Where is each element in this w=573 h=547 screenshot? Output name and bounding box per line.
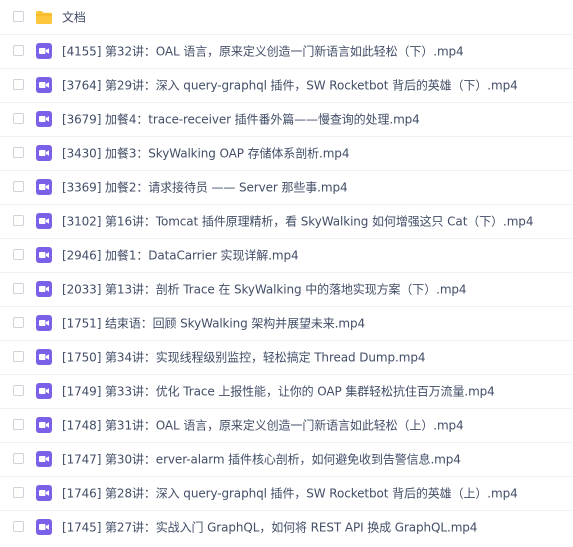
row-checkbox[interactable]: [13, 79, 24, 90]
file-name[interactable]: [3369] 加餐2：请求接待员 —— Server 那些事.mp4: [62, 179, 348, 196]
file-row[interactable]: [1745] 第27讲：实战入门 GraphQL，如何将 REST API 换成…: [0, 510, 573, 544]
video-file-icon: [35, 348, 53, 366]
file-name[interactable]: [1746] 第28讲：深入 query-graphql 插件，SW Rocke…: [62, 485, 518, 502]
video-file-icon: [35, 484, 53, 502]
file-name[interactable]: [1749] 第33讲：优化 Trace 上报性能，让你的 OAP 集群轻松抗住…: [62, 383, 495, 400]
row-checkbox[interactable]: [13, 215, 24, 226]
row-checkbox[interactable]: [13, 45, 24, 56]
folder-icon: [35, 8, 53, 26]
video-file-icon: [35, 110, 53, 128]
video-file-icon: [35, 246, 53, 264]
row-checkbox[interactable]: [13, 419, 24, 430]
video-file-icon: [35, 76, 53, 94]
row-checkbox[interactable]: [13, 453, 24, 464]
row-checkbox[interactable]: [13, 521, 24, 532]
file-name[interactable]: [2033] 第13讲：剖析 Trace 在 SkyWalking 中的落地实现…: [62, 281, 467, 298]
file-row[interactable]: [4155] 第32讲：OAL 语言，原来定义创造一门新语言如此轻松（下）.mp…: [0, 34, 573, 68]
file-row[interactable]: [1750] 第34讲：实现线程级别监控，轻松搞定 Thread Dump.mp…: [0, 340, 573, 374]
file-name[interactable]: [3102] 第16讲：Tomcat 插件原理精析，看 SkyWalking 如…: [62, 213, 533, 230]
file-name[interactable]: [2946] 加餐1：DataCarrier 实现详解.mp4: [62, 247, 299, 264]
file-name[interactable]: [3679] 加餐4：trace-receiver 插件番外篇——慢查询的处理.…: [62, 111, 420, 128]
file-row[interactable]: [1746] 第28讲：深入 query-graphql 插件，SW Rocke…: [0, 476, 573, 510]
row-checkbox[interactable]: [13, 181, 24, 192]
video-file-icon: [35, 212, 53, 230]
video-file-icon: [35, 42, 53, 60]
file-row[interactable]: [3679] 加餐4：trace-receiver 插件番外篇——慢查询的处理.…: [0, 102, 573, 136]
file-row[interactable]: [1747] 第30讲：erver-alarm 插件核心剖析，如何避免收到告警信…: [0, 442, 573, 476]
folder-row[interactable]: 文档: [0, 0, 573, 34]
file-row[interactable]: [1751] 结束语：回顾 SkyWalking 架构并展望未来.mp4: [0, 306, 573, 340]
video-file-icon: [35, 450, 53, 468]
video-file-icon: [35, 314, 53, 332]
video-file-icon: [35, 518, 53, 536]
file-name[interactable]: [1750] 第34讲：实现线程级别监控，轻松搞定 Thread Dump.mp…: [62, 349, 425, 366]
file-row[interactable]: [3102] 第16讲：Tomcat 插件原理精析，看 SkyWalking 如…: [0, 204, 573, 238]
row-checkbox[interactable]: [13, 351, 24, 362]
file-row[interactable]: [1748] 第31讲：OAL 语言，原来定义创造一门新语言如此轻松（上）.mp…: [0, 408, 573, 442]
file-row[interactable]: [2033] 第13讲：剖析 Trace 在 SkyWalking 中的落地实现…: [0, 272, 573, 306]
row-checkbox[interactable]: [13, 147, 24, 158]
file-row[interactable]: [3430] 加餐3：SkyWalking OAP 存储体系剖析.mp4: [0, 136, 573, 170]
row-checkbox[interactable]: [13, 249, 24, 260]
row-checkbox[interactable]: [13, 317, 24, 328]
file-name[interactable]: [3764] 第29讲：深入 query-graphql 插件，SW Rocke…: [62, 77, 518, 94]
file-name[interactable]: [1745] 第27讲：实战入门 GraphQL，如何将 REST API 换成…: [62, 519, 477, 536]
file-name[interactable]: [1747] 第30讲：erver-alarm 插件核心剖析，如何避免收到告警信…: [62, 451, 461, 468]
folder-name[interactable]: 文档: [62, 9, 86, 26]
video-file-icon: [35, 144, 53, 162]
row-checkbox[interactable]: [13, 487, 24, 498]
file-name[interactable]: [1751] 结束语：回顾 SkyWalking 架构并展望未来.mp4: [62, 315, 365, 332]
file-row[interactable]: [1749] 第33讲：优化 Trace 上报性能，让你的 OAP 集群轻松抗住…: [0, 374, 573, 408]
row-checkbox[interactable]: [13, 11, 24, 22]
file-name[interactable]: [1748] 第31讲：OAL 语言，原来定义创造一门新语言如此轻松（上）.mp…: [62, 417, 464, 434]
video-file-icon: [35, 416, 53, 434]
file-name[interactable]: [3430] 加餐3：SkyWalking OAP 存储体系剖析.mp4: [62, 145, 349, 162]
file-row[interactable]: [3369] 加餐2：请求接待员 —— Server 那些事.mp4: [0, 170, 573, 204]
video-file-icon: [35, 382, 53, 400]
file-row[interactable]: [3764] 第29讲：深入 query-graphql 插件，SW Rocke…: [0, 68, 573, 102]
file-list: 文档 [4155] 第32讲：OAL 语言，原来定义创造一门新语言如此轻松（下）…: [0, 0, 573, 547]
row-checkbox[interactable]: [13, 283, 24, 294]
row-checkbox[interactable]: [13, 113, 24, 124]
row-checkbox[interactable]: [13, 385, 24, 396]
video-file-icon: [35, 280, 53, 298]
file-row[interactable]: [2946] 加餐1：DataCarrier 实现详解.mp4: [0, 238, 573, 272]
video-file-icon: [35, 178, 53, 196]
file-name[interactable]: [4155] 第32讲：OAL 语言，原来定义创造一门新语言如此轻松（下）.mp…: [62, 43, 464, 60]
